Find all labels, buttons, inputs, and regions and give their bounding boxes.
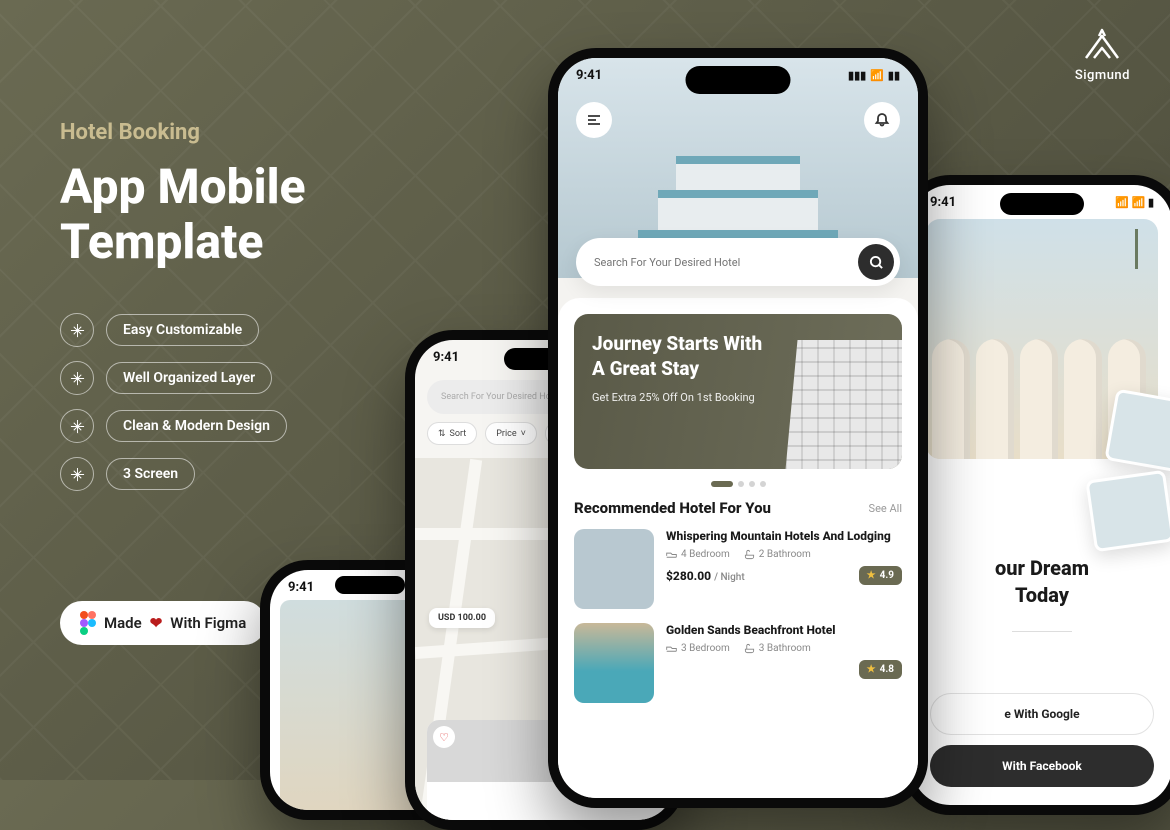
search-input[interactable] bbox=[594, 256, 858, 269]
hotel-name: Golden Sands Beachfront Hotel bbox=[666, 623, 902, 637]
feature-item: 3 Screen bbox=[60, 457, 306, 491]
search-button[interactable] bbox=[858, 244, 894, 280]
brand-name: Sigmund bbox=[1075, 68, 1130, 83]
battery-icon: ▮▮ bbox=[888, 69, 900, 82]
made-with-badge: Made ❤ With Figma bbox=[60, 601, 266, 645]
continue-google-button[interactable]: e With Google bbox=[930, 693, 1154, 735]
sparkle-icon bbox=[60, 457, 94, 491]
image-tile bbox=[1085, 470, 1170, 552]
image-tile bbox=[1104, 389, 1170, 474]
bed-icon bbox=[666, 643, 677, 654]
hotel-rating: 4.9 bbox=[859, 566, 902, 585]
map-price-pin[interactable]: USD 100.00 bbox=[429, 608, 495, 628]
phone-mock-home: 9:41 ▮▮▮ 📶 ▮▮ Journey Starts WithA Gr bbox=[548, 48, 928, 808]
kicker: Hotel Booking bbox=[60, 120, 306, 145]
status-icons: ▮▮▮ 📶 ▮▮ bbox=[848, 68, 900, 83]
hotel-thumbnail bbox=[574, 529, 654, 609]
feature-item: Easy Customizable bbox=[60, 313, 306, 347]
carousel-dots[interactable] bbox=[574, 481, 902, 487]
hotel-name: Whispering Mountain Hotels And Lodging bbox=[666, 529, 902, 543]
bedroom-meta: 4 Bedroom bbox=[666, 549, 730, 560]
bath-icon bbox=[744, 643, 755, 654]
bathroom-meta: 2 Bathroom bbox=[744, 549, 811, 560]
bedroom-meta: 3 Bedroom bbox=[666, 643, 730, 654]
feature-label: Clean & Modern Design bbox=[106, 410, 287, 442]
see-all-link[interactable]: See All bbox=[869, 502, 902, 515]
status-time: 9:41 bbox=[576, 68, 602, 83]
feature-list: Easy Customizable Well Organized Layer C… bbox=[60, 313, 306, 491]
onboard-title: our DreamToday bbox=[930, 555, 1154, 609]
hotel-rating: 4.8 bbox=[859, 660, 902, 679]
main-title: App Mobile Template bbox=[60, 159, 306, 269]
sigmund-icon bbox=[1080, 28, 1124, 60]
feature-label: Easy Customizable bbox=[106, 314, 259, 346]
bed-icon bbox=[666, 549, 677, 560]
phone-mock-onboard: 9:41📶 📶 ▮ our DreamToday e With Google W… bbox=[902, 175, 1170, 815]
heart-icon: ❤ bbox=[150, 614, 163, 632]
sparkle-icon bbox=[60, 361, 94, 395]
hotel-price: $280.00 / Night bbox=[666, 569, 745, 583]
continue-facebook-button[interactable]: With Facebook bbox=[930, 745, 1154, 787]
bath-icon bbox=[744, 549, 755, 560]
hotel-thumbnail bbox=[574, 623, 654, 703]
section-title: Recommended Hotel For You bbox=[574, 499, 771, 517]
cellular-icon: ▮▮▮ bbox=[848, 69, 866, 82]
promo-title: Journey Starts WithA Great Stay bbox=[592, 332, 772, 381]
sort-chip[interactable]: ⇅ Sort bbox=[427, 422, 477, 445]
promo-card[interactable]: Journey Starts WithA Great Stay Get Extr… bbox=[574, 314, 902, 469]
promo-subtitle: Get Extra 25% Off On 1st Booking bbox=[592, 391, 772, 404]
feature-item: Well Organized Layer bbox=[60, 361, 306, 395]
promo-building-image bbox=[785, 340, 902, 469]
bathroom-meta: 3 Bathroom bbox=[744, 643, 811, 654]
notification-button[interactable] bbox=[864, 102, 900, 138]
favorite-icon[interactable]: ♡ bbox=[433, 726, 455, 748]
figma-icon bbox=[80, 611, 96, 635]
hotel-card[interactable]: Golden Sands Beachfront Hotel 3 Bedroom … bbox=[574, 623, 902, 703]
search-bar[interactable] bbox=[576, 238, 900, 286]
sparkle-icon bbox=[60, 409, 94, 443]
wifi-icon: 📶 bbox=[870, 69, 884, 82]
feature-label: Well Organized Layer bbox=[106, 362, 272, 394]
brand-logo: Sigmund bbox=[1075, 28, 1130, 83]
feature-label: 3 Screen bbox=[106, 458, 195, 490]
menu-button[interactable] bbox=[576, 102, 612, 138]
feature-item: Clean & Modern Design bbox=[60, 409, 306, 443]
price-chip[interactable]: Price ˅ bbox=[485, 422, 537, 445]
hotel-card[interactable]: Whispering Mountain Hotels And Lodging 4… bbox=[574, 529, 902, 609]
sparkle-icon bbox=[60, 313, 94, 347]
